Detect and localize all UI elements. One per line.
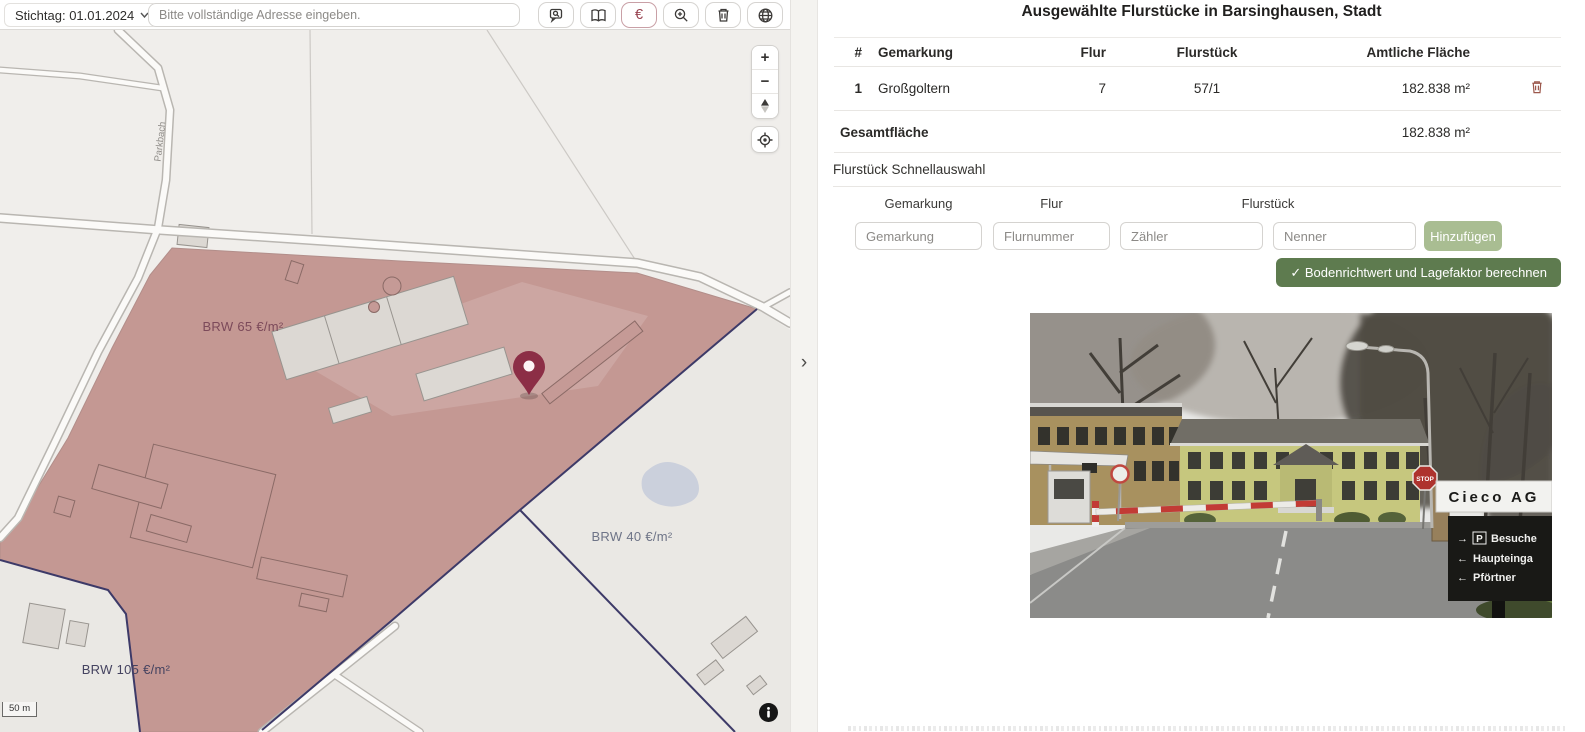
flur-label: Flur <box>993 196 1110 216</box>
total-label: Gesamtfläche <box>834 125 1292 140</box>
compass-needle-icon <box>760 99 770 113</box>
stop-sign-text: STOP <box>1416 476 1434 483</box>
page-title-prefix: Ausgewählte Flurstücke in <box>1021 3 1217 20</box>
sign-line-3: Pförtner <box>1473 572 1517 584</box>
col-header-flur: Flur <box>1032 45 1122 60</box>
locate-target-icon <box>757 132 773 148</box>
gemarkung-label: Gemarkung <box>855 196 982 216</box>
map-scale-bar: 50 m <box>2 702 37 717</box>
clipped-footer-text <box>848 726 1568 731</box>
flurnummer-input[interactable] <box>993 222 1110 250</box>
location-photo: STOP Cieco AG → P Besuche ← Haupteinga ←… <box>1030 313 1552 618</box>
total-value: 182.838 m² <box>1292 125 1512 140</box>
attribution-info-button[interactable] <box>759 703 778 722</box>
map-svg[interactable]: Parkbach BRW 65 €/m² BRW 40 €/m² BRW 105… <box>0 30 790 732</box>
add-flurstueck-button[interactable]: Hinzufügen <box>1424 221 1502 251</box>
col-header-num: # <box>834 45 862 60</box>
photo-svg: STOP Cieco AG → P Besuche ← Haupteinga ←… <box>1030 313 1552 618</box>
cell-gemarkung: Großgoltern <box>862 81 1032 96</box>
col-header-gemarkung: Gemarkung <box>862 45 1032 60</box>
delete-row-button[interactable] <box>1530 79 1544 98</box>
page-title-city: Barsinghausen, Stadt <box>1222 3 1381 20</box>
sign-arrow-1: → <box>1457 533 1468 545</box>
brw40-label: BRW 40 €/m² <box>591 529 672 544</box>
address-search-input[interactable] <box>148 3 520 27</box>
cell-flurstueck: 57/1 <box>1122 81 1292 96</box>
flurstueck-panel: Ausgewählte Flurstücke in Barsinghausen,… <box>818 0 1585 732</box>
sign-line-1: Besuche <box>1491 533 1537 545</box>
sign-line-2: Haupteinga <box>1473 553 1534 565</box>
globe-icon <box>757 7 774 24</box>
trash-icon <box>716 7 731 23</box>
nenner-input[interactable] <box>1273 222 1416 250</box>
col-header-flurstueck: Flurstück <box>1122 45 1292 60</box>
map-toolbar: Stichtag: 01.01.2024 € <box>0 0 790 30</box>
panel-divider: › <box>790 0 818 732</box>
zoom-in-button[interactable]: + <box>752 46 778 70</box>
stichtag-label: Stichtag: 01.01.2024 <box>15 8 134 23</box>
table-header-row: # Gemarkung Flur Flurstück Amtliche Fläc… <box>834 37 1561 67</box>
app: Stichtag: 01.01.2024 € <box>0 0 1585 732</box>
book-icon <box>590 8 607 23</box>
cell-flaeche: 182.838 m² <box>1292 81 1512 96</box>
gemarkung-input[interactable] <box>855 222 982 250</box>
zoom-search-button[interactable] <box>663 2 699 28</box>
company-sign: Cieco AG → P Besuche ← Haupteinga ← Pför… <box>1436 481 1552 618</box>
info-icon <box>766 707 771 718</box>
total-row: Gesamtfläche 182.838 m² <box>834 113 1561 153</box>
page-title: Ausgewählte Flurstücke in Barsinghausen,… <box>818 3 1585 21</box>
zoom-out-button[interactable]: − <box>752 70 778 94</box>
sign-arrow-2: ← <box>1457 553 1468 565</box>
trash-icon <box>1530 79 1544 95</box>
magnifier-plus-icon <box>673 7 690 24</box>
quickselect-section-title: Flurstück Schnellauswahl <box>833 153 1561 187</box>
calculate-brw-button[interactable]: ✓ Bodenrichtwert und Lagefaktor berechne… <box>1276 258 1561 287</box>
center-building <box>1170 419 1430 528</box>
sign-arrow-3: ← <box>1457 572 1468 584</box>
brw65-label: BRW 65 €/m² <box>202 319 283 334</box>
marker-search-icon <box>548 7 565 24</box>
brw-euro-button[interactable]: € <box>621 2 657 28</box>
basemap-globe-button[interactable] <box>747 2 783 28</box>
geolocate-button[interactable] <box>751 126 779 153</box>
quickselect-form: Gemarkung Flur Flurstück Hinzufügen <box>818 196 1585 256</box>
marker-pin-dot <box>524 361 535 372</box>
brw105-label: BRW 105 €/m² <box>82 662 171 677</box>
flurstueck-table: # Gemarkung Flur Flurstück Amtliche Fläc… <box>834 37 1561 111</box>
zaehler-input[interactable] <box>1120 222 1263 250</box>
layers-book-button[interactable] <box>580 2 616 28</box>
map-zoom-controls: + − <box>751 45 779 119</box>
col-header-flaeche: Amtliche Fläche <box>1292 45 1512 60</box>
sign-title: Cieco AG <box>1449 489 1540 506</box>
map-canvas[interactable]: Parkbach BRW 65 €/m² BRW 40 €/m² BRW 105… <box>0 30 790 732</box>
table-row: 1 Großgoltern 7 57/1 182.838 m² <box>834 67 1561 111</box>
marker-search-button[interactable] <box>538 2 574 28</box>
stichtag-dropdown[interactable]: Stichtag: 01.01.2024 <box>4 3 158 27</box>
euro-icon: € <box>635 7 643 23</box>
clear-trash-button[interactable] <box>705 2 741 28</box>
compass-button[interactable] <box>752 94 778 118</box>
flurstueck-label: Flurstück <box>1120 196 1416 216</box>
panel-collapse-handle[interactable]: › <box>791 350 817 376</box>
cell-num: 1 <box>834 81 862 96</box>
sign-badge-p: P <box>1476 534 1483 545</box>
cell-flur: 7 <box>1032 81 1122 96</box>
